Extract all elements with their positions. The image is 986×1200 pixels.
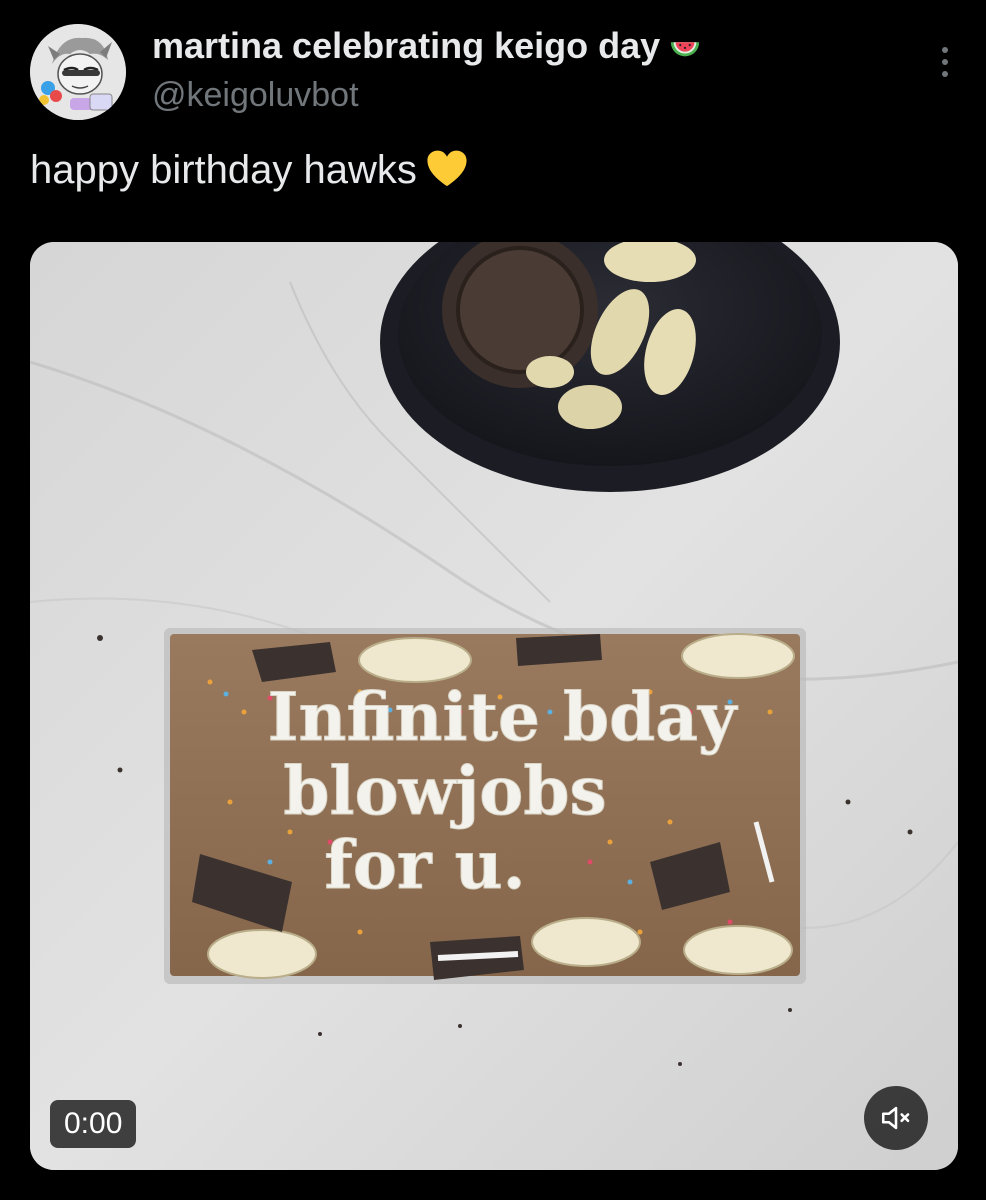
muted-speaker-icon [881,1106,910,1130]
more-dot [942,47,948,53]
mute-toggle-button[interactable] [864,1086,928,1150]
chocolate-text-line: blowjobs [283,752,606,830]
more-dot [942,71,948,77]
tweet: martina celebrating keigo day @keigoluvb… [0,0,986,1200]
author-handle[interactable]: @keigoluvbot [152,74,359,116]
tweet-text: happy birthday hawks [30,144,469,196]
author-display-name[interactable]: martina celebrating keigo day [152,24,702,68]
avatar-image [30,24,126,120]
video-frame: Infinite bday blowjobs for u. [30,242,958,1170]
video-duration-badge: 0:00 [50,1100,137,1148]
more-dot [942,59,948,65]
more-options-icon[interactable] [930,40,960,84]
author-display-name-text: martina celebrating keigo day [152,25,661,66]
video-player[interactable]: Infinite bday blowjobs for u. 0:00 [30,242,958,1170]
avatar[interactable] [30,24,126,120]
chocolate-text-line: for u. [324,826,525,904]
yellow-heart-icon [427,150,467,187]
chocolate-text-line: Infinite bday [268,678,738,756]
tweet-text-content: happy birthday hawks [30,148,417,192]
watermelon-icon [671,42,700,57]
